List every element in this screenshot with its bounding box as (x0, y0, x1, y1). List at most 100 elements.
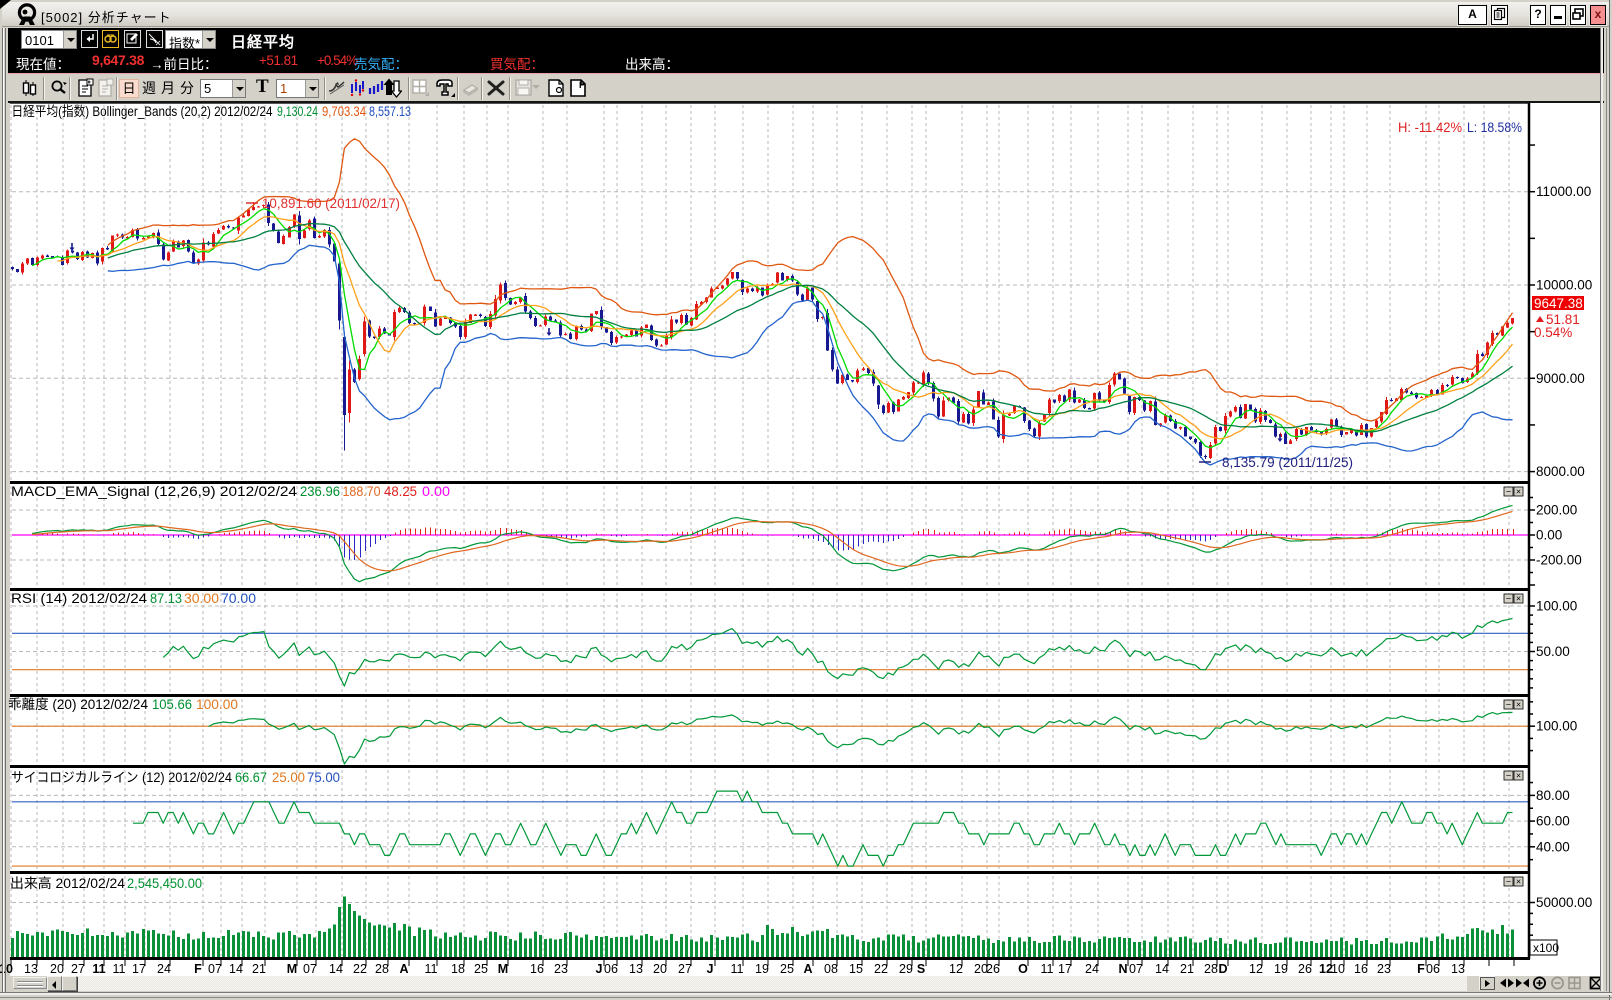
svg-text:23: 23 (1377, 962, 1391, 976)
svg-text:サイコロジカルライン (12) 2012/02/24: サイコロジカルライン (12) 2012/02/24 (11, 770, 232, 785)
svg-text:28: 28 (1204, 962, 1218, 976)
svg-text:60.00: 60.00 (1536, 814, 1570, 829)
svg-text:J: J (596, 962, 603, 976)
svg-text:日経平均(指数) Bollinger_Bands (20,2: 日経平均(指数) Bollinger_Bands (20,2) 2012/02/… (12, 104, 273, 119)
svg-text:07: 07 (1129, 962, 1143, 976)
svg-text:14: 14 (329, 962, 343, 976)
svg-text:8000.00: 8000.00 (1536, 464, 1585, 479)
svg-text:11000.00: 11000.00 (1536, 184, 1591, 199)
svg-text:N: N (1118, 962, 1127, 976)
svg-text:08: 08 (824, 962, 838, 976)
svg-text:15: 15 (849, 962, 863, 976)
svg-text:30.00: 30.00 (184, 591, 219, 606)
svg-text:S: S (917, 962, 925, 976)
svg-text:22: 22 (353, 962, 367, 976)
svg-text:H: -11.42%: H: -11.42% (1398, 120, 1462, 135)
svg-text:23: 23 (554, 962, 568, 976)
svg-text:87.13: 87.13 (150, 591, 182, 606)
svg-text:RSI (14) 2012/02/24: RSI (14) 2012/02/24 (11, 591, 148, 606)
svg-text:8,135.79 (2011/11/25): 8,135.79 (2011/11/25) (1222, 455, 1353, 470)
svg-text:16: 16 (530, 962, 544, 976)
svg-text:乖離度 (20) 2012/02/24: 乖離度 (20) 2012/02/24 (8, 697, 148, 712)
svg-text:A: A (803, 962, 812, 976)
svg-text:66.67: 66.67 (235, 770, 267, 785)
svg-text:−: − (1506, 700, 1511, 710)
svg-text:200.00: 200.00 (1536, 503, 1577, 518)
svg-text:24: 24 (1085, 962, 1099, 976)
svg-text:F: F (1417, 962, 1425, 976)
svg-text:21: 21 (1180, 962, 1194, 976)
svg-text:50000.00: 50000.00 (1536, 895, 1592, 910)
svg-text:13: 13 (629, 962, 643, 976)
svg-text:9,130.24: 9,130.24 (277, 104, 318, 119)
svg-text:19: 19 (755, 962, 769, 976)
svg-text:16: 16 (1354, 962, 1368, 976)
svg-text:50.00: 50.00 (1536, 644, 1570, 659)
svg-text:07: 07 (303, 962, 317, 976)
svg-text:×: × (1516, 487, 1521, 497)
svg-text:10,891.60 (2011/02/17): 10,891.60 (2011/02/17) (262, 196, 400, 211)
svg-text:M: M (287, 962, 297, 976)
svg-text:0.54%: 0.54% (1534, 325, 1572, 340)
svg-text:17: 17 (1058, 962, 1072, 976)
svg-text:0.00: 0.00 (422, 484, 450, 499)
svg-text:48.25: 48.25 (384, 484, 417, 499)
svg-text:13: 13 (1451, 962, 1465, 976)
svg-text:13: 13 (24, 962, 38, 976)
svg-text:21: 21 (252, 962, 266, 976)
svg-text:出来高 2012/02/24: 出来高 2012/02/24 (10, 875, 125, 891)
svg-text:−: − (1506, 877, 1511, 887)
svg-text:x100: x100 (1533, 941, 1559, 955)
svg-text:9647.38: 9647.38 (1534, 296, 1583, 311)
svg-text:10000.00: 10000.00 (1536, 278, 1592, 293)
svg-text:F: F (194, 962, 202, 976)
svg-text:100.00: 100.00 (1536, 719, 1577, 734)
svg-text:26: 26 (1298, 962, 1312, 976)
svg-text:9000.00: 9000.00 (1536, 371, 1585, 386)
svg-text:D: D (1218, 962, 1227, 976)
svg-text:25: 25 (474, 962, 488, 976)
svg-text:−: − (1506, 771, 1511, 781)
svg-text:100.00: 100.00 (196, 697, 238, 712)
svg-text:A: A (399, 962, 408, 976)
svg-text:25.00: 25.00 (272, 770, 305, 785)
svg-text:11: 11 (113, 962, 126, 976)
svg-text:8,557.13: 8,557.13 (369, 104, 411, 119)
svg-text:M: M (498, 962, 508, 976)
svg-text:-200.00: -200.00 (1536, 553, 1582, 568)
svg-text:07: 07 (208, 962, 222, 976)
svg-text:80.00: 80.00 (1536, 788, 1570, 803)
svg-text:12: 12 (1249, 962, 1263, 976)
svg-text:06: 06 (1426, 962, 1440, 976)
svg-text:11: 11 (92, 962, 105, 976)
svg-text:105.66: 105.66 (152, 697, 192, 712)
svg-text:O: O (1018, 962, 1028, 976)
svg-text:24: 24 (157, 962, 171, 976)
svg-text:×: × (1516, 700, 1521, 710)
svg-text:20: 20 (50, 962, 64, 976)
svg-text:12: 12 (949, 962, 963, 976)
svg-text:2,545,450.00: 2,545,450.00 (127, 876, 202, 891)
svg-text:75.00: 75.00 (307, 770, 340, 785)
svg-text:18: 18 (451, 962, 465, 976)
svg-text:26: 26 (986, 962, 1000, 976)
svg-text:9,703.34: 9,703.34 (322, 104, 366, 119)
svg-text:06: 06 (604, 962, 618, 976)
svg-text:188.70: 188.70 (343, 484, 381, 499)
svg-text:11: 11 (731, 962, 744, 976)
svg-text:11: 11 (425, 962, 438, 976)
svg-text:14: 14 (1155, 962, 1169, 976)
svg-text:MACD_EMA_Signal (12,26,9) 2012: MACD_EMA_Signal (12,26,9) 2012/02/24 (11, 484, 298, 499)
svg-text:×: × (1516, 877, 1521, 887)
svg-text:28: 28 (375, 962, 389, 976)
svg-text:17: 17 (132, 962, 146, 976)
svg-text:19: 19 (1274, 962, 1288, 976)
svg-text:20: 20 (653, 962, 667, 976)
svg-text:22: 22 (874, 962, 888, 976)
svg-text:0.00: 0.00 (1536, 528, 1562, 543)
svg-text:10: 10 (1331, 962, 1345, 976)
svg-text:40.00: 40.00 (1536, 839, 1570, 854)
svg-text:27: 27 (71, 962, 85, 976)
svg-text:×: × (1516, 594, 1521, 604)
svg-text:11: 11 (1041, 962, 1054, 976)
